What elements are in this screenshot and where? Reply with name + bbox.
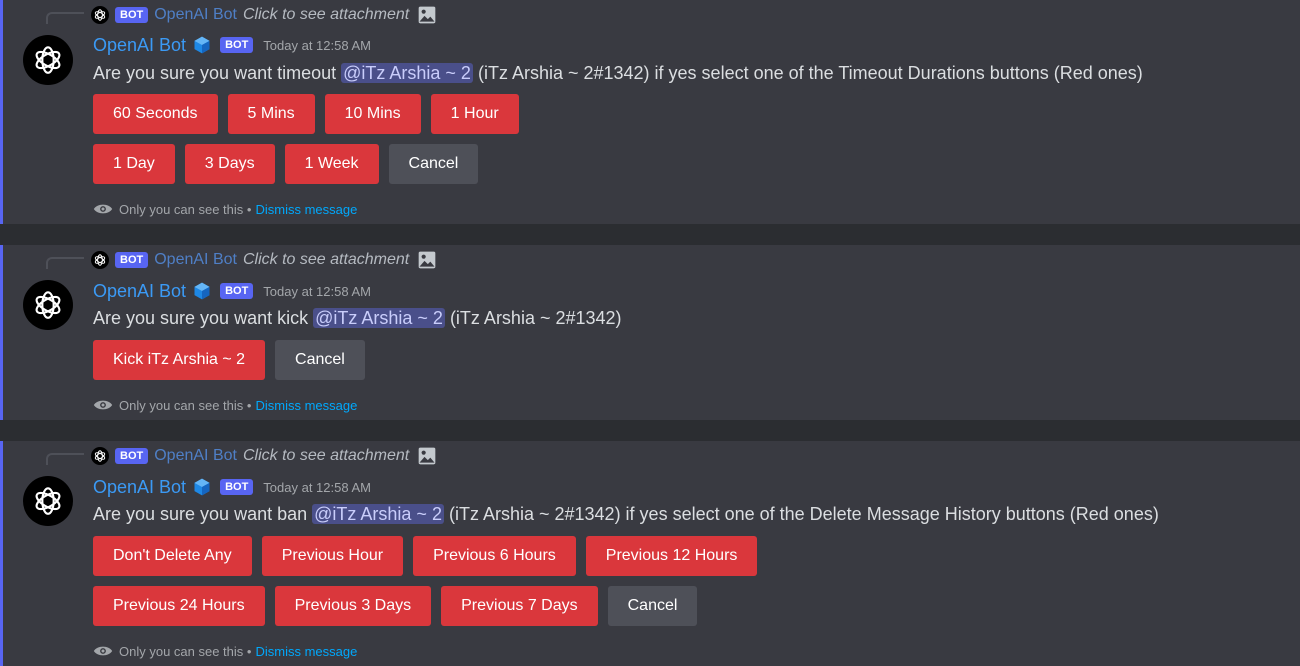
reply-spine (46, 12, 84, 24)
reply-author-name[interactable]: OpenAI Bot (154, 251, 237, 269)
bot-badge: BOT (115, 252, 149, 268)
content-text: Are you sure you want timeout (93, 63, 342, 83)
message-ban: BOT OpenAI Bot Click to see attachment O… (0, 441, 1300, 666)
message-kick: BOT OpenAI Bot Click to see attachment O… (0, 245, 1300, 420)
button-row: Previous 24 Hours Previous 3 Days Previo… (93, 586, 698, 626)
cancel-button[interactable]: Cancel (275, 340, 365, 380)
bot-badge: BOT (220, 37, 254, 53)
verified-cube-icon (194, 478, 210, 496)
delete-previous-6-hours-button[interactable]: Previous 6 Hours (413, 536, 576, 576)
content-text: Are you sure you want kick (93, 308, 314, 328)
separator: • (246, 643, 252, 659)
openai-logo-icon (35, 291, 61, 319)
separator: • (246, 201, 252, 217)
reply-preview[interactable]: BOT OpenAI Bot Click to see attachment (91, 443, 437, 469)
timeout-3-days-button[interactable]: 3 Days (184, 144, 275, 184)
message-content: Are you sure you want ban @iTz Arshia ~ … (93, 501, 1159, 527)
cancel-button[interactable]: Cancel (607, 586, 698, 626)
content-text: Are you sure you want ban (93, 504, 313, 524)
message-header: OpenAI Bot BOT Today at 12:58 AM (93, 33, 371, 57)
openai-logo-icon (35, 487, 61, 515)
timestamp: Today at 12:58 AM (263, 283, 371, 299)
eye-icon (93, 400, 113, 410)
separator: • (246, 397, 252, 413)
content-text: (iTz Arshia ~ 2#1342) if yes select one … (472, 63, 1143, 83)
eye-icon (93, 204, 113, 214)
avatar[interactable] (23, 35, 73, 85)
reply-spine (46, 257, 84, 269)
message-content: Are you sure you want timeout @iTz Arshi… (93, 60, 1143, 86)
image-icon (418, 6, 436, 24)
timeout-60-seconds-button[interactable]: 60 Seconds (93, 94, 218, 134)
reply-text[interactable]: Click to see attachment (243, 6, 409, 24)
reply-text[interactable]: Click to see attachment (243, 251, 409, 269)
ephemeral-note: Only you can see this • Dismiss message (93, 395, 357, 415)
ephemeral-text: Only you can see this (119, 643, 244, 659)
cancel-button[interactable]: Cancel (388, 144, 479, 184)
bot-badge: BOT (220, 283, 254, 299)
ephemeral-text: Only you can see this (119, 397, 244, 413)
delete-previous-24-hours-button[interactable]: Previous 24 Hours (93, 586, 265, 626)
user-mention[interactable]: @iTz Arshia ~ 2 (341, 63, 473, 83)
timeout-1-hour-button[interactable]: 1 Hour (430, 94, 519, 134)
delete-previous-hour-button[interactable]: Previous Hour (261, 536, 404, 576)
message-content: Are you sure you want kick @iTz Arshia ~… (93, 305, 622, 331)
kick-user-button[interactable]: Kick iTz Arshia ~ 2 (93, 340, 266, 380)
image-icon (418, 251, 436, 269)
ephemeral-note: Only you can see this • Dismiss message (93, 199, 357, 219)
user-mention[interactable]: @iTz Arshia ~ 2 (313, 308, 445, 328)
bot-badge: BOT (115, 7, 149, 23)
content-text: (iTz Arshia ~ 2#1342) if yes select one … (443, 504, 1159, 524)
avatar[interactable] (23, 280, 73, 330)
avatar[interactable] (23, 476, 73, 526)
timestamp: Today at 12:58 AM (263, 37, 371, 53)
button-row: 1 Day 3 Days 1 Week Cancel (93, 144, 479, 184)
author-name[interactable]: OpenAI Bot (93, 477, 186, 498)
reply-spine (46, 453, 84, 465)
delete-previous-7-days-button[interactable]: Previous 7 Days (441, 586, 598, 626)
reply-text[interactable]: Click to see attachment (243, 447, 409, 465)
message-header: OpenAI Bot BOT Today at 12:58 AM (93, 279, 371, 303)
reply-preview[interactable]: BOT OpenAI Bot Click to see attachment (91, 2, 437, 28)
delete-previous-3-days-button[interactable]: Previous 3 Days (274, 586, 432, 626)
button-row: Kick iTz Arshia ~ 2 Cancel (93, 340, 365, 380)
openai-logo-icon (91, 6, 109, 24)
timeout-5-mins-button[interactable]: 5 Mins (227, 94, 315, 134)
eye-icon (93, 646, 113, 656)
dismiss-message-link[interactable]: Dismiss message (255, 644, 357, 659)
openai-logo-icon (91, 447, 109, 465)
dismiss-message-link[interactable]: Dismiss message (255, 202, 357, 217)
timeout-1-week-button[interactable]: 1 Week (284, 144, 379, 184)
verified-cube-icon (194, 36, 210, 54)
image-icon (418, 447, 436, 465)
delete-none-button[interactable]: Don't Delete Any (93, 536, 252, 576)
dismiss-message-link[interactable]: Dismiss message (255, 398, 357, 413)
timestamp: Today at 12:58 AM (263, 479, 371, 495)
user-mention[interactable]: @iTz Arshia ~ 2 (312, 504, 444, 524)
timeout-10-mins-button[interactable]: 10 Mins (324, 94, 421, 134)
bot-badge: BOT (220, 479, 254, 495)
openai-logo-icon (91, 251, 109, 269)
delete-previous-12-hours-button[interactable]: Previous 12 Hours (585, 536, 758, 576)
content-text: (iTz Arshia ~ 2#1342) (444, 308, 622, 328)
reply-author-name[interactable]: OpenAI Bot (154, 447, 237, 465)
timeout-1-day-button[interactable]: 1 Day (93, 144, 175, 184)
reply-preview[interactable]: BOT OpenAI Bot Click to see attachment (91, 247, 437, 273)
openai-logo-icon (35, 46, 61, 74)
reply-author-name[interactable]: OpenAI Bot (154, 6, 237, 24)
ephemeral-text: Only you can see this (119, 201, 244, 217)
message-timeout: BOT OpenAI Bot Click to see attachment O… (0, 0, 1300, 224)
author-name[interactable]: OpenAI Bot (93, 281, 186, 302)
message-header: OpenAI Bot BOT Today at 12:58 AM (93, 475, 371, 499)
bot-badge: BOT (115, 448, 149, 464)
author-name[interactable]: OpenAI Bot (93, 35, 186, 56)
verified-cube-icon (194, 282, 210, 300)
button-row: Don't Delete Any Previous Hour Previous … (93, 536, 758, 576)
button-row: 60 Seconds 5 Mins 10 Mins 1 Hour (93, 94, 519, 134)
ephemeral-note: Only you can see this • Dismiss message (93, 641, 357, 661)
